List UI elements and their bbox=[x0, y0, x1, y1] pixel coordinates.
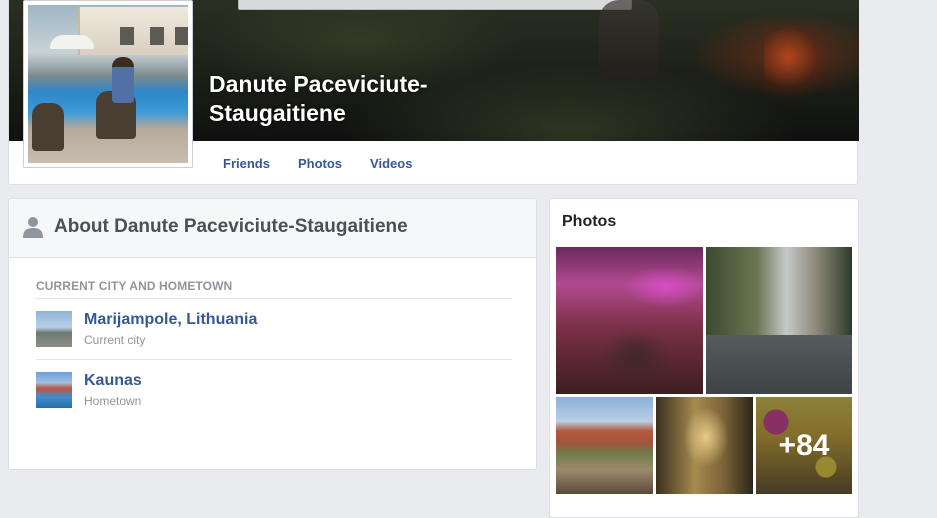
photo-thumbnail[interactable] bbox=[656, 397, 753, 494]
tab-videos[interactable]: Videos bbox=[370, 156, 412, 171]
profile-header: Danute Paceviciute-Staugaitiene Friends … bbox=[8, 0, 859, 185]
photo-thumbnail[interactable] bbox=[706, 247, 852, 394]
tab-friends[interactable]: Friends bbox=[223, 156, 270, 171]
photo-thumbnail[interactable] bbox=[556, 247, 703, 394]
city-thumbnail[interactable] bbox=[36, 311, 72, 347]
pic-umbrella bbox=[50, 35, 94, 49]
hometown-label: Hometown bbox=[84, 394, 142, 408]
about-title: About Danute Paceviciute-Staugaitiene bbox=[54, 216, 408, 237]
photo-more-tile[interactable]: +84 bbox=[756, 397, 852, 494]
about-card: About Danute Paceviciute-Staugaitiene CU… bbox=[8, 198, 537, 470]
about-header: About Danute Paceviciute-Staugaitiene bbox=[9, 199, 536, 258]
current-city-label: Current city bbox=[84, 333, 146, 347]
pic-building bbox=[78, 7, 188, 55]
pic-window bbox=[150, 27, 164, 45]
current-city-row: Marijampole, Lithuania Current city bbox=[36, 311, 512, 353]
photo-thumbnail[interactable] bbox=[556, 397, 653, 494]
photos-card: Photos +84 bbox=[549, 198, 859, 518]
tab-photos[interactable]: Photos bbox=[298, 156, 342, 171]
divider bbox=[36, 359, 512, 360]
profile-name[interactable]: Danute Paceviciute-Staugaitiene bbox=[209, 70, 509, 128]
photos-title[interactable]: Photos bbox=[562, 213, 616, 231]
hometown-row: Kaunas Hometown bbox=[36, 372, 512, 414]
hometown-link[interactable]: Kaunas bbox=[84, 372, 142, 390]
hometown-thumbnail[interactable] bbox=[36, 372, 72, 408]
profile-picture-image bbox=[28, 5, 188, 163]
profile-nav-tabs: Friends Photos Videos bbox=[223, 156, 440, 171]
section-heading: CURRENT CITY AND HOMETOWN bbox=[36, 279, 233, 293]
person-icon bbox=[23, 217, 43, 238]
pic-window bbox=[120, 27, 134, 45]
pic-window bbox=[175, 27, 188, 45]
pic-lion-statue bbox=[32, 103, 64, 151]
more-photos-count: +84 bbox=[756, 397, 852, 494]
divider bbox=[36, 298, 512, 299]
cover-overlay-bar bbox=[238, 0, 632, 10]
cover-figure bbox=[599, 0, 659, 80]
cover-fire-glow bbox=[764, 25, 824, 105]
current-city-link[interactable]: Marijampole, Lithuania bbox=[84, 311, 257, 329]
pic-person bbox=[112, 57, 134, 103]
profile-picture[interactable] bbox=[23, 0, 193, 168]
